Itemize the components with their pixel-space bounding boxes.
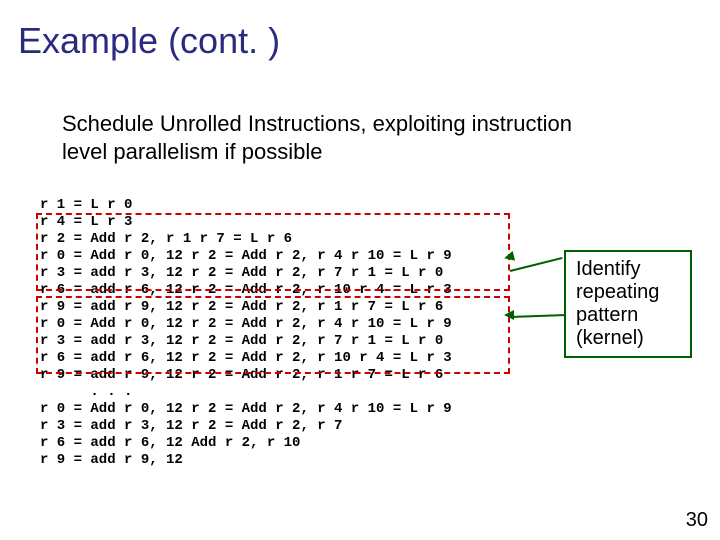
kernel-label: Identify repeating pattern (kernel) bbox=[564, 250, 692, 358]
arrow-line-icon bbox=[510, 314, 566, 318]
code-line: r 3 = add r 3, 12 r 2 = Add r 2, r 7 r 1… bbox=[40, 333, 443, 349]
code-line: r 9 = add r 9, 12 r 2 = Add r 2, r 1 r 7… bbox=[40, 367, 443, 383]
slide-title: Example (cont. ) bbox=[18, 20, 280, 62]
code-line: r 0 = Add r 0, 12 r 2 = Add r 2, r 4 r 1… bbox=[40, 316, 452, 332]
code-line: . . . bbox=[40, 384, 132, 400]
code-line: r 6 = add r 6, 12 r 2 = Add r 2, r 10 r … bbox=[40, 350, 452, 366]
slide-subtitle: Schedule Unrolled Instructions, exploiti… bbox=[62, 110, 622, 165]
code-line: r 1 = L r 0 bbox=[40, 197, 132, 213]
code-line: r 4 = L r 3 bbox=[40, 214, 132, 230]
arrow-line-icon bbox=[510, 257, 563, 272]
code-line: r 9 = add r 9, 12 r 2 = Add r 2, r 1 r 7… bbox=[40, 299, 443, 315]
code-line: r 2 = Add r 2, r 1 r 7 = L r 6 bbox=[40, 231, 292, 247]
label-line: repeating bbox=[576, 281, 659, 303]
page-number: 30 bbox=[686, 509, 708, 532]
code-block: r 1 = L r 0 r 4 = L r 3 r 2 = Add r 2, r… bbox=[40, 180, 452, 469]
code-line: r 0 = Add r 0, 12 r 2 = Add r 2, r 4 r 1… bbox=[40, 248, 452, 264]
label-line: (kernel) bbox=[576, 327, 644, 349]
code-line: r 9 = add r 9, 12 bbox=[40, 452, 183, 468]
code-line: r 0 = Add r 0, 12 r 2 = Add r 2, r 4 r 1… bbox=[40, 401, 452, 417]
label-line: pattern bbox=[576, 304, 638, 326]
arrow-head-icon bbox=[503, 251, 515, 263]
arrow-head-icon bbox=[504, 310, 514, 320]
code-line: r 3 = add r 3, 12 r 2 = Add r 2, r 7 bbox=[40, 418, 342, 434]
slide: Example (cont. ) Schedule Unrolled Instr… bbox=[0, 0, 720, 540]
label-line: Identify bbox=[576, 258, 640, 280]
code-line: r 6 = add r 6, 12 r 2 = Add r 2, r 10 r … bbox=[40, 282, 452, 298]
code-line: r 3 = add r 3, 12 r 2 = Add r 2, r 7 r 1… bbox=[40, 265, 443, 281]
code-line: r 6 = add r 6, 12 Add r 2, r 10 bbox=[40, 435, 300, 451]
